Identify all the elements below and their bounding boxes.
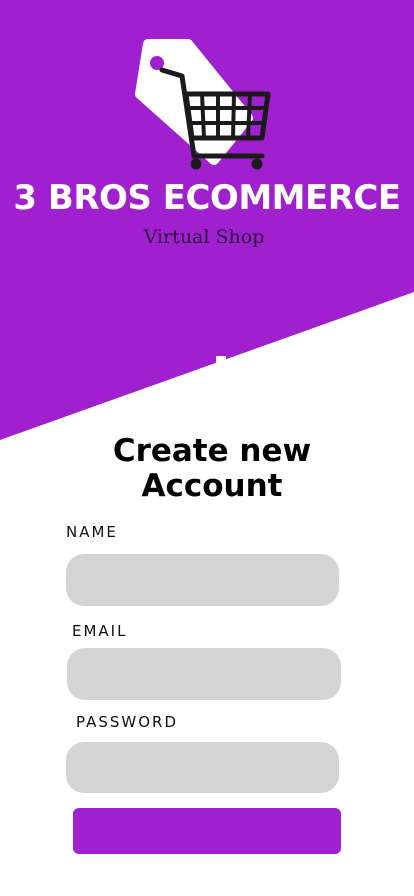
shopping-cart-tag-icon — [135, 39, 271, 170]
password-field[interactable] — [66, 742, 339, 793]
brand-title: 3 BROS ECOMMERCE — [13, 178, 401, 218]
password-label: PASSWORD — [76, 713, 179, 731]
hero-divider-mark — [216, 356, 226, 364]
name-label: NAME — [66, 523, 118, 541]
email-field[interactable] — [67, 648, 341, 700]
email-label: EMAIL — [72, 622, 128, 640]
brand-subtitle: Virtual Shop — [143, 226, 265, 248]
form-heading: Create new Account — [112, 433, 312, 504]
create-account-button[interactable] — [73, 808, 341, 854]
name-field[interactable] — [66, 554, 339, 606]
